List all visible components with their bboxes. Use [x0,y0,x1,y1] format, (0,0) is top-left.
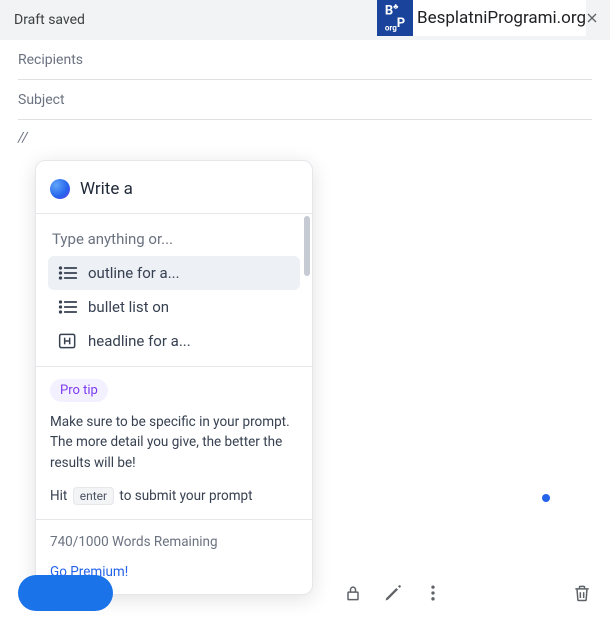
pen-icon[interactable] [383,583,403,603]
compose-body[interactable]: // [0,120,610,156]
suggestion-label: bullet list on [88,298,169,316]
watermark-text: BesplatniProgrami.org [417,8,586,28]
popup-suggestions: Type anything or... outline for a... bul… [36,214,312,366]
type-hint: Type anything or... [52,230,296,248]
send-button[interactable] [18,575,113,611]
enter-key: enter [73,487,114,505]
recipients-field[interactable]: Recipients [18,40,592,80]
protip-section: Pro tip Make sure to be specific in your… [36,367,312,519]
outline-icon [58,264,78,282]
lock-icon[interactable] [343,583,363,603]
protip-badge: Pro tip [50,379,108,402]
headline-icon [58,332,78,350]
subject-field[interactable]: Subject [18,80,592,120]
more-icon[interactable] [423,583,443,603]
suggestion-outline[interactable]: outline for a... [48,256,300,290]
toolbar-icons [343,583,443,603]
notification-dot [542,494,550,502]
body-prefix: // [18,130,28,146]
bullet-list-icon [58,298,78,316]
hit-post: to submit your prompt [119,488,252,504]
watermark-badge: B♣orgP [377,0,413,36]
hit-pre: Hit [50,488,67,504]
popup-title: Write a [80,179,133,199]
close-icon[interactable] [584,10,600,26]
compose-toolbar [18,575,592,611]
suggestion-headline[interactable]: headline for a... [48,324,300,358]
words-remaining: 740/1000 Words Remaining [50,534,298,550]
hit-enter-hint: Hit enter to submit your prompt [50,487,298,505]
suggestion-label: outline for a... [88,264,180,282]
suggestion-label: headline for a... [88,332,191,350]
draft-status: Draft saved [14,12,85,28]
watermark: B♣orgP BesplatniProgrami.org [377,0,586,36]
trash-icon[interactable] [572,583,592,603]
suggestion-bullet[interactable]: bullet list on [48,290,300,324]
ai-icon [50,179,70,199]
subject-placeholder: Subject [18,92,65,108]
ai-writer-popup: Write a Type anything or... outline for … [35,160,313,595]
protip-text: Make sure to be specific in your prompt.… [50,412,298,473]
compose-fields: Recipients Subject [0,40,610,120]
popup-header: Write a [36,161,312,213]
recipients-placeholder: Recipients [18,52,83,68]
scrollbar-thumb[interactable] [304,216,310,276]
